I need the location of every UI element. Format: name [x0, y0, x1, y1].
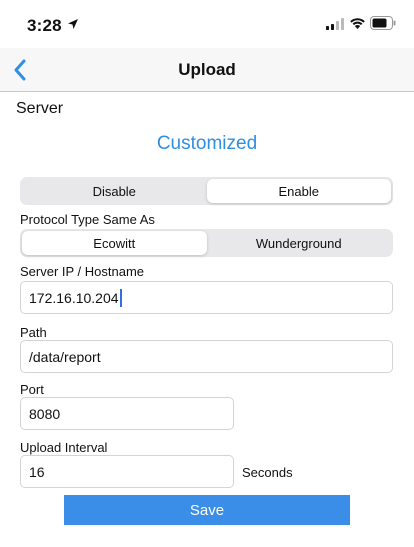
path-input[interactable] [20, 340, 393, 373]
battery-icon [370, 16, 396, 30]
path-label: Path [20, 325, 47, 340]
upload-interval-label: Upload Interval [20, 440, 108, 455]
protocol-option-ecowitt[interactable]: Ecowitt [22, 231, 207, 255]
wifi-icon [350, 18, 365, 29]
enable-option[interactable]: Enable [206, 179, 391, 203]
disable-option[interactable]: Disable [22, 179, 207, 203]
upload-interval-input[interactable] [20, 455, 234, 488]
section-label-server: Server [16, 100, 64, 117]
protocol-label: Protocol Type Same As [20, 212, 155, 227]
enable-segmented-control: Disable Enable [20, 177, 393, 205]
navigation-bar: Upload [0, 48, 414, 92]
cellular-signal-icon [326, 18, 344, 30]
port-label: Port [20, 382, 44, 397]
server-mode-title: Customized [156, 133, 258, 154]
server-ip-input[interactable]: 172.16.10.204 [20, 281, 393, 314]
text-caret [119, 288, 122, 307]
port-input[interactable] [20, 397, 234, 430]
server-ip-value: 172.16.10.204 [29, 289, 119, 306]
status-time: 3:28 [27, 16, 62, 35]
server-ip-label: Server IP / Hostname [20, 264, 145, 279]
status-bar: 3:28 [0, 0, 414, 48]
protocol-option-wunderground[interactable]: Wunderground [207, 231, 392, 255]
save-button[interactable]: Save [64, 495, 350, 525]
page-title: Upload [178, 60, 236, 79]
location-arrow-icon [68, 19, 78, 29]
interval-unit-label: Seconds [242, 465, 293, 480]
protocol-segmented-control: Ecowitt Wunderground [20, 229, 393, 257]
